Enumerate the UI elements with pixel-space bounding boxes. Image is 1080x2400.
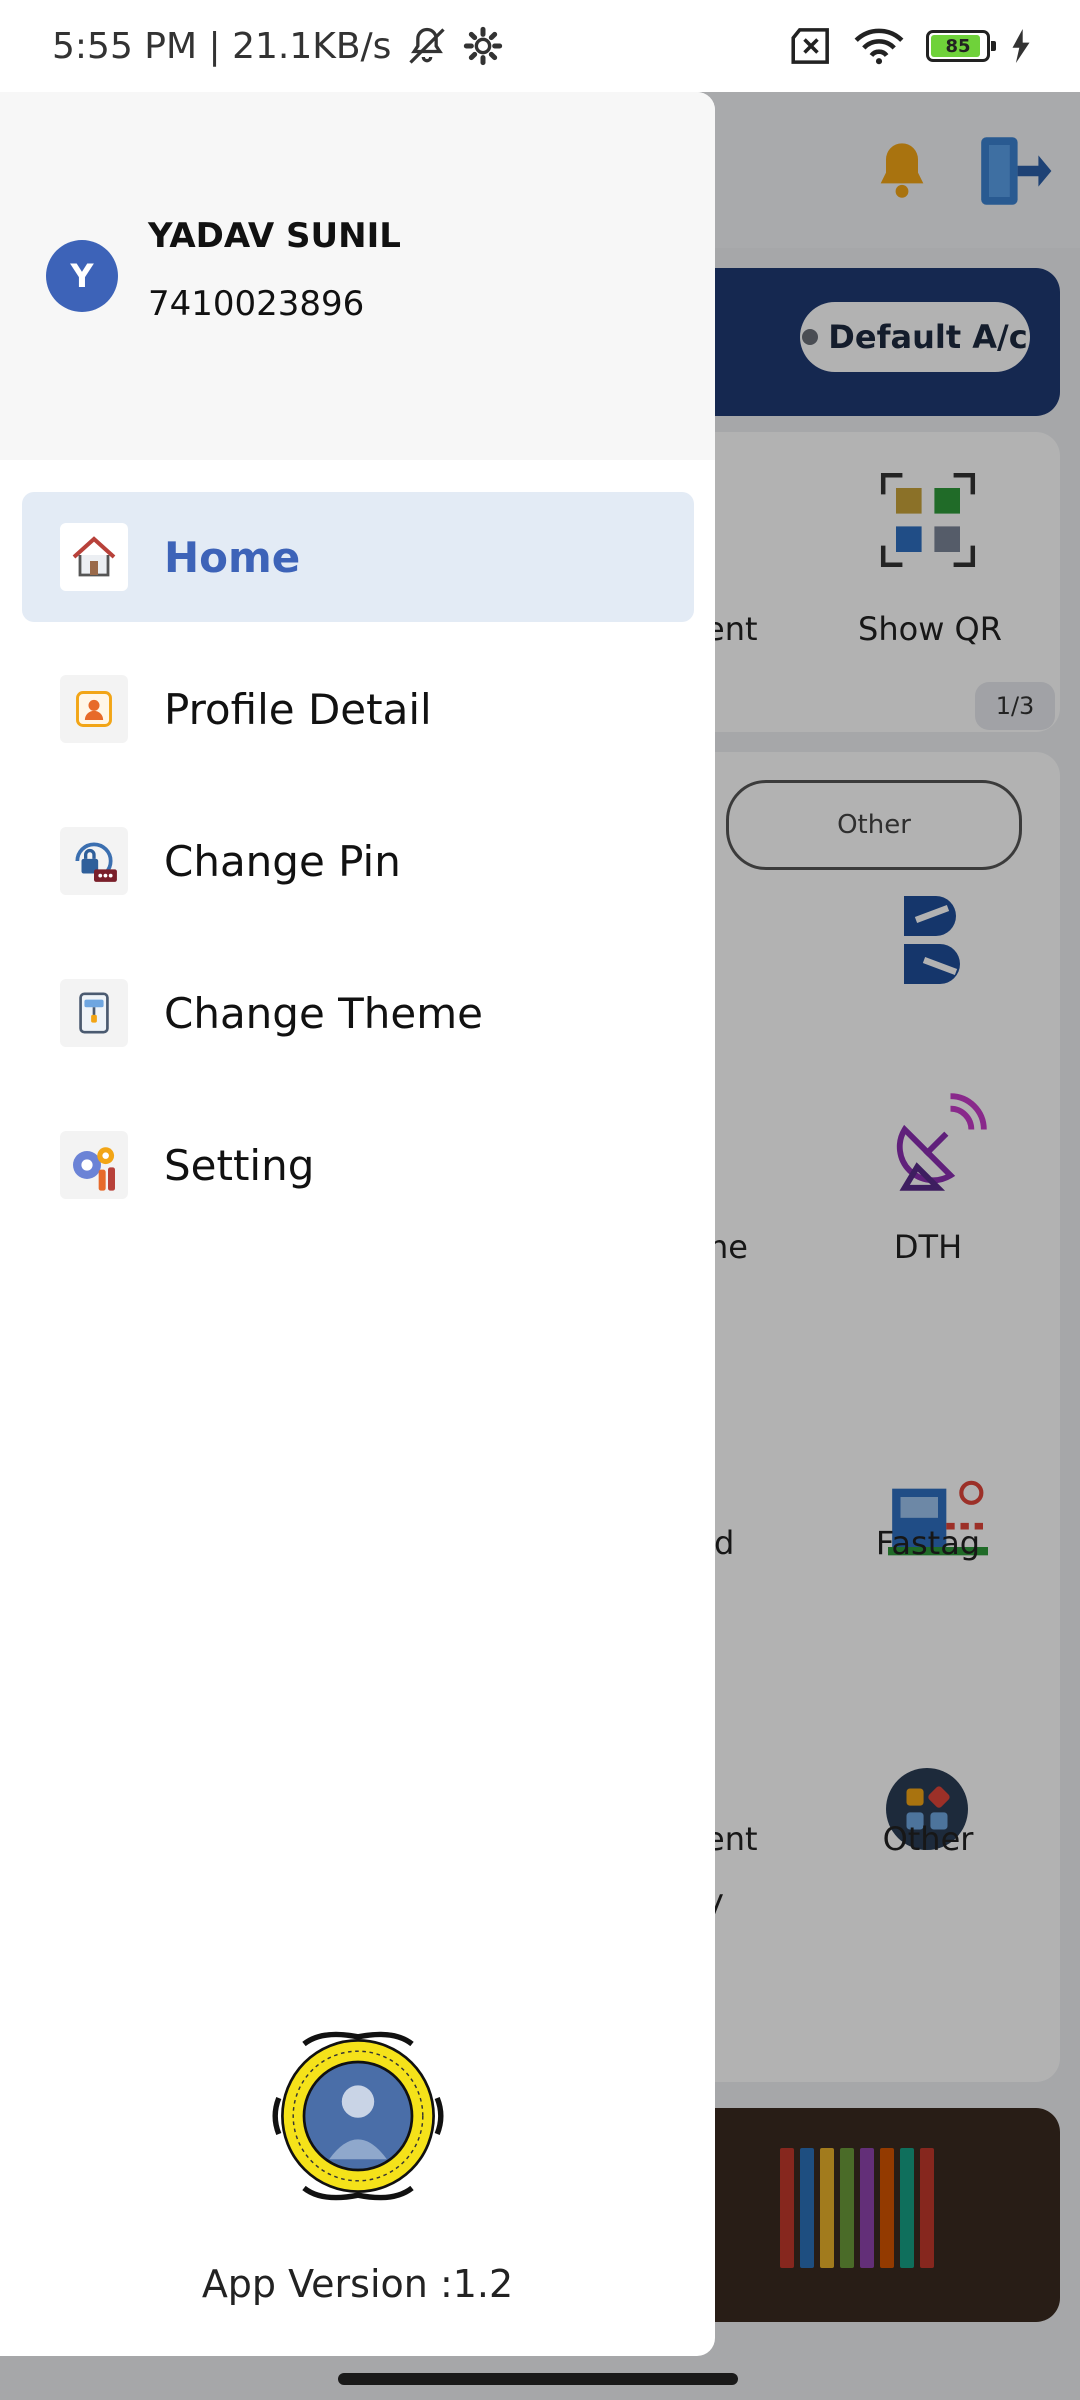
menu-item-setting[interactable]: Setting (22, 1100, 694, 1230)
drawer-header: Y YADAV SUNIL 7410023896 (0, 92, 715, 460)
status-right: 85 (790, 27, 1032, 65)
charging-icon (1012, 29, 1030, 63)
app-logo (272, 2031, 444, 2201)
theme-icon (60, 979, 128, 1047)
app-version: App Version :1.2 (201, 2262, 514, 2306)
user-phone: 7410023896 (148, 284, 365, 324)
menu-label: Setting (164, 1140, 315, 1190)
menu-item-change-pin[interactable]: Change Pin (22, 796, 694, 926)
user-name: YADAV SUNIL (148, 216, 401, 256)
menu-label: Profile Detail (164, 684, 432, 734)
profile-icon (60, 675, 128, 743)
menu-item-profile-detail[interactable]: Profile Detail (22, 644, 694, 774)
status-bar: 5:55 PM | 21.1KB/s 85 (0, 0, 1080, 92)
lock-icon (60, 827, 128, 895)
settings-icon (60, 1131, 128, 1199)
battery-indicator: 85 (926, 30, 996, 62)
sim-off-icon (791, 28, 829, 64)
home-icon (60, 523, 128, 591)
menu-label: Home (164, 532, 301, 582)
avatar: Y (46, 240, 118, 312)
mute-icon (409, 27, 446, 64)
status-time-speed: 5:55 PM | 21.1KB/s (52, 25, 392, 67)
battery-level: 85 (945, 35, 971, 57)
menu-label: Change Theme (164, 988, 484, 1038)
gear-icon (464, 26, 503, 66)
gesture-nav-handle[interactable] (338, 2373, 738, 2385)
menu-item-change-theme[interactable]: Change Theme (22, 948, 694, 1078)
menu-item-home[interactable]: Home (22, 492, 694, 622)
status-left: 5:55 PM | 21.1KB/s (52, 24, 503, 68)
menu-label: Change Pin (164, 836, 401, 886)
wifi-icon (854, 28, 904, 65)
navigation-drawer: Y YADAV SUNIL 7410023896 Home Profile De… (0, 92, 715, 2356)
